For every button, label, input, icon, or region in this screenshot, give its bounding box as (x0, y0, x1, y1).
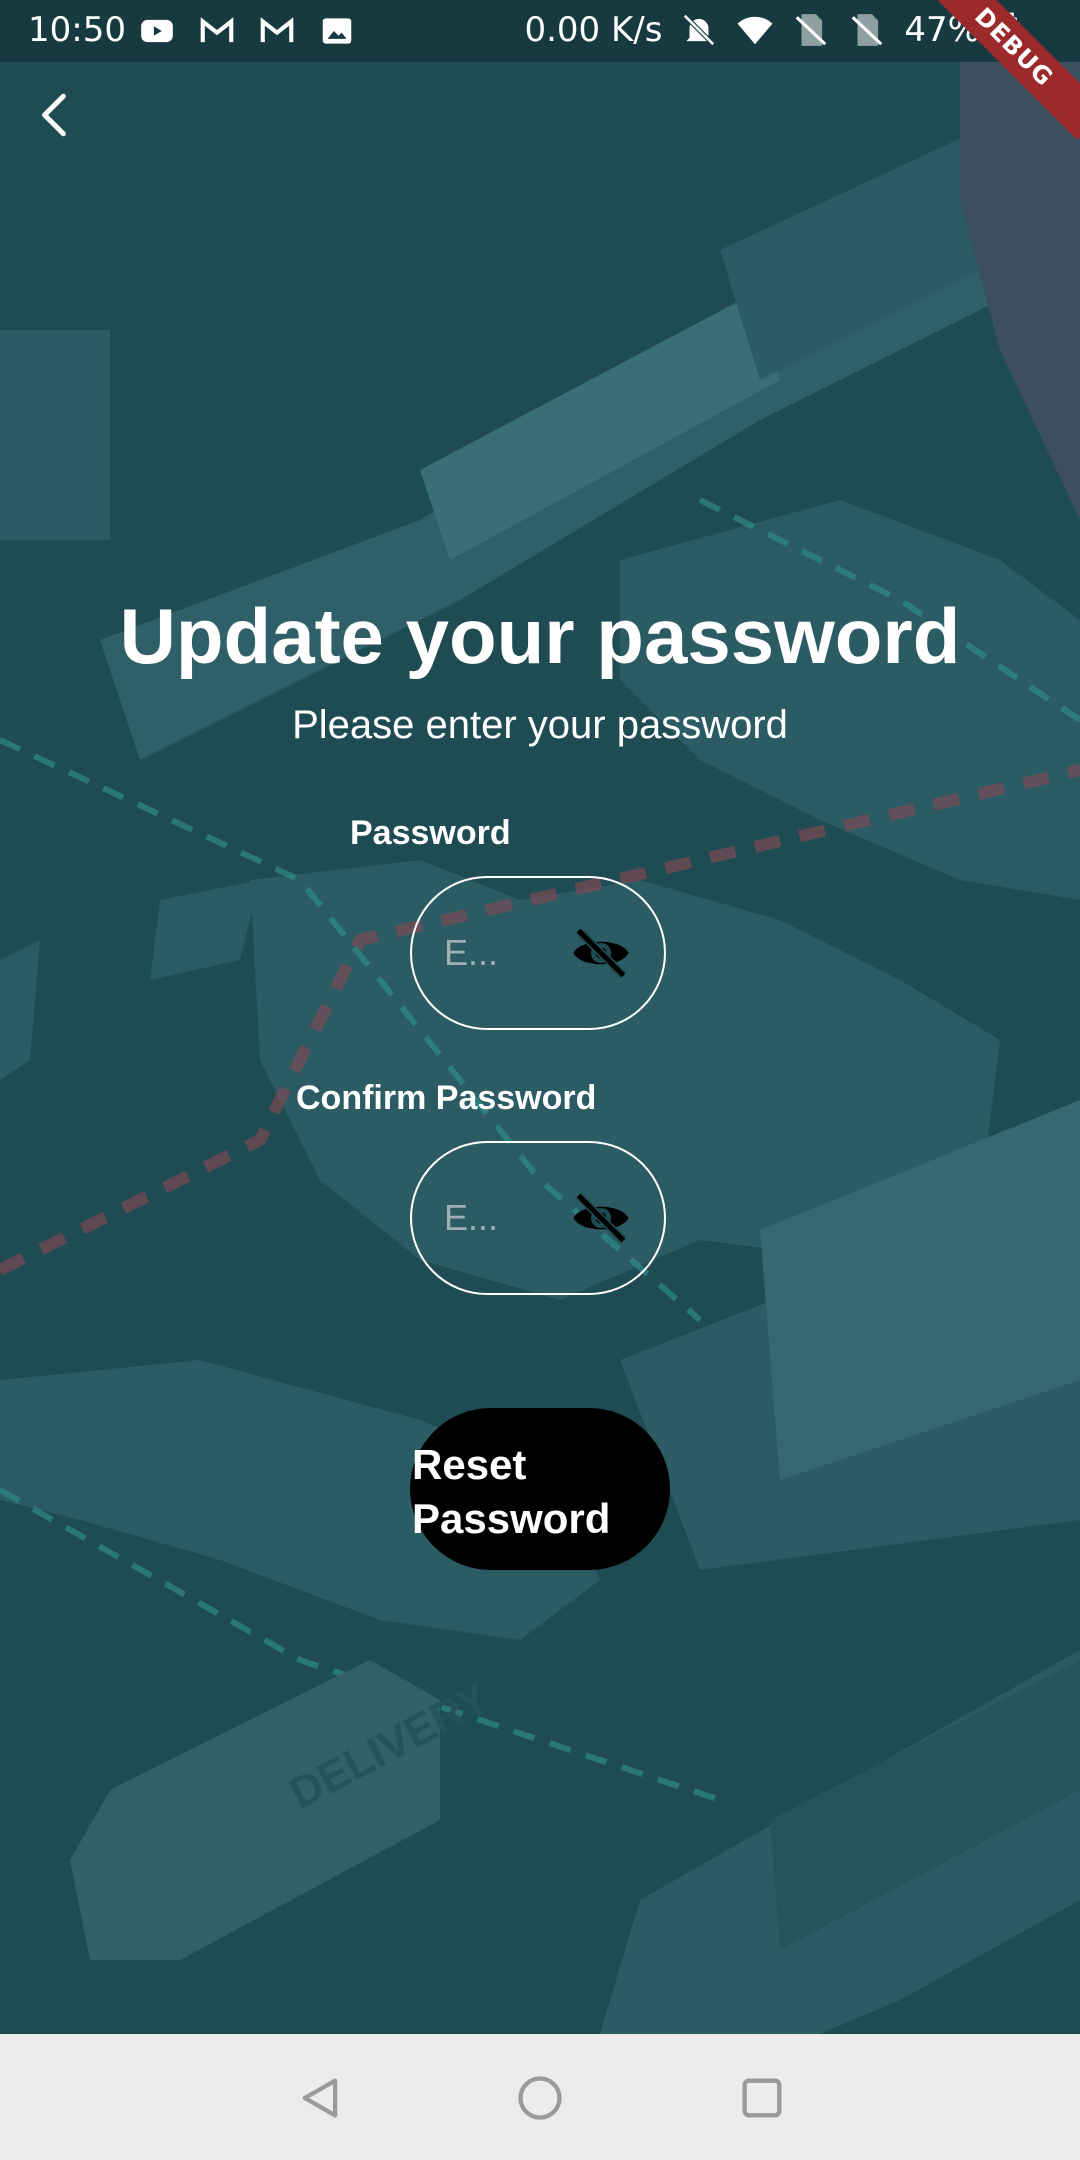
status-time: 10:50 (28, 10, 126, 50)
confirm-password-label: Confirm Password (296, 1079, 597, 1117)
gmail-icon (260, 17, 294, 43)
youtube-icon (141, 19, 173, 43)
back-arrow-icon[interactable] (30, 90, 80, 140)
status-bar: 10:50 0.00 K/s 47% DEBUG (0, 0, 1080, 140)
reset-password-label: Reset Password (412, 1441, 611, 1542)
visibility-off-icon[interactable] (570, 923, 632, 983)
confirm-password-input[interactable] (442, 1196, 566, 1240)
visibility-off-icon[interactable] (570, 1188, 632, 1248)
password-label: Password (350, 814, 511, 852)
network-speed: 0.00 K/s (524, 10, 663, 50)
mute-icon (683, 14, 716, 46)
password-input[interactable] (442, 931, 566, 975)
wifi-icon (738, 16, 773, 45)
no-sim-icon (852, 14, 883, 46)
confirm-password-field (410, 1141, 666, 1295)
image-icon (322, 18, 352, 44)
gmail-icon (200, 17, 234, 43)
reset-password-button[interactable]: Reset Password (410, 1408, 670, 1570)
page-title: Update your password (119, 592, 961, 680)
system-nav-bar (0, 2034, 1080, 2160)
recents-square-icon[interactable] (736, 2072, 788, 2124)
no-sim-icon (796, 14, 827, 46)
home-circle-icon[interactable] (514, 2072, 566, 2124)
password-field (410, 876, 666, 1030)
back-triangle-icon[interactable] (294, 2072, 346, 2124)
page-subtitle: Please enter your password (292, 703, 788, 747)
